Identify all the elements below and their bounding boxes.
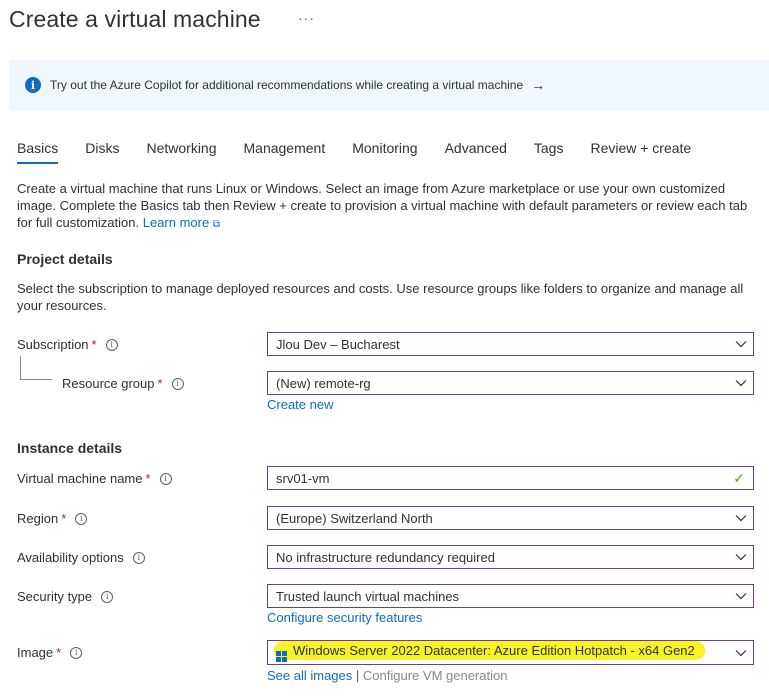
- tab-bar: Basics Disks Networking Management Monit…: [17, 140, 718, 164]
- info-icon[interactable]: i: [70, 646, 83, 659]
- availability-label-text: Availability options: [17, 550, 124, 565]
- chevron-down-icon: [729, 333, 753, 355]
- image-value: Windows Server 2022 Datacenter: Azure Ed…: [293, 643, 695, 658]
- security-type-label-text: Security type: [17, 589, 93, 604]
- image-label: Image * i: [17, 645, 83, 660]
- chevron-down-icon: [729, 585, 753, 607]
- required-marker: *: [157, 376, 163, 391]
- project-details-heading: Project details: [17, 251, 113, 267]
- required-marker: *: [145, 471, 151, 486]
- more-options-button[interactable]: ···: [298, 10, 315, 26]
- project-details-description: Select the subscription to manage deploy…: [17, 281, 744, 313]
- vm-name-label-text: Virtual machine name: [17, 471, 143, 486]
- intro-text: Create a virtual machine that runs Linux…: [17, 181, 748, 230]
- tab-tags[interactable]: Tags: [534, 140, 564, 164]
- info-icon[interactable]: i: [101, 590, 114, 603]
- info-icon[interactable]: i: [159, 472, 172, 485]
- see-all-images-link[interactable]: See all images: [267, 668, 352, 683]
- learn-more-link[interactable]: Learn more ⧉: [143, 215, 220, 230]
- chevron-down-icon: [729, 642, 753, 664]
- region-label: Region * i: [17, 511, 88, 526]
- availability-label: Availability options i: [17, 550, 145, 565]
- chevron-down-icon: [729, 546, 753, 568]
- configure-vm-generation-link[interactable]: Configure VM generation: [363, 668, 508, 683]
- page-title: Create a virtual machine: [9, 6, 261, 32]
- tab-monitoring[interactable]: Monitoring: [352, 140, 417, 164]
- resource-group-label-text: Resource group: [62, 376, 155, 391]
- image-links: See all images | Configure VM generation: [267, 668, 507, 683]
- intro-description: Create a virtual machine that runs Linux…: [17, 180, 757, 233]
- create-new-link[interactable]: Create new: [267, 397, 333, 412]
- chevron-down-icon: [729, 507, 753, 529]
- chevron-down-icon: [729, 372, 753, 394]
- security-type-value: Trusted launch virtual machines: [276, 588, 460, 604]
- info-icon[interactable]: i: [132, 551, 145, 564]
- instance-details-heading: Instance details: [17, 440, 123, 456]
- resource-group-value: (New) remote-rg: [276, 375, 371, 391]
- region-value: (Europe) Switzerland North: [276, 510, 433, 526]
- region-dropdown[interactable]: (Europe) Switzerland North: [267, 506, 754, 530]
- learn-more-label: Learn more: [142, 215, 210, 230]
- tab-basics[interactable]: Basics: [17, 140, 59, 164]
- region-label-text: Region: [17, 511, 59, 526]
- required-marker: *: [91, 337, 97, 352]
- image-label-text: Image: [17, 645, 54, 660]
- windows-logo-icon: [276, 651, 287, 662]
- subscription-label-text: Subscription: [17, 337, 89, 352]
- availability-value: No infrastructure redundancy required: [276, 549, 495, 565]
- subscription-dropdown[interactable]: Jlou Dev – Bucharest: [267, 332, 754, 356]
- tab-review-create[interactable]: Review + create: [590, 140, 691, 164]
- security-type-label: Security type i: [17, 589, 114, 604]
- image-value-wrapper: Windows Server 2022 Datacenter: Azure Ed…: [274, 641, 729, 662]
- arrow-right-icon[interactable]: →: [531, 77, 545, 93]
- tab-advanced[interactable]: Advanced: [445, 140, 507, 164]
- vm-name-label: Virtual machine name * i: [17, 471, 172, 486]
- image-highlight: Windows Server 2022 Datacenter: Azure Ed…: [274, 641, 705, 662]
- tree-connector: [20, 356, 21, 379]
- info-icon[interactable]: i: [75, 512, 88, 525]
- tree-connector: [20, 379, 52, 380]
- resource-group-label: Resource group * i: [62, 376, 184, 391]
- external-link-icon: ⧉: [212, 219, 220, 230]
- banner-text: Try out the Azure Copilot for additional…: [50, 78, 524, 92]
- copilot-banner[interactable]: i Try out the Azure Copilot for addition…: [9, 60, 769, 110]
- info-icon[interactable]: i: [105, 338, 118, 351]
- configure-security-link[interactable]: Configure security features: [267, 610, 422, 625]
- vm-name-input[interactable]: srv01-vm ✓: [267, 466, 754, 490]
- tab-networking[interactable]: Networking: [146, 140, 216, 164]
- resource-group-dropdown[interactable]: (New) remote-rg: [267, 371, 754, 395]
- tab-management[interactable]: Management: [244, 140, 326, 164]
- subscription-value: Jlou Dev – Bucharest: [276, 336, 400, 352]
- info-icon: i: [25, 77, 41, 93]
- tab-disks[interactable]: Disks: [85, 140, 119, 164]
- vm-name-value: srv01-vm: [276, 470, 330, 486]
- security-type-dropdown[interactable]: Trusted launch virtual machines: [267, 584, 754, 608]
- link-separator: |: [355, 668, 360, 683]
- image-dropdown[interactable]: Windows Server 2022 Datacenter: Azure Ed…: [267, 640, 754, 665]
- checkmark-icon: ✓: [733, 469, 745, 486]
- availability-dropdown[interactable]: No infrastructure redundancy required: [267, 545, 754, 569]
- info-icon[interactable]: i: [171, 377, 184, 390]
- subscription-label: Subscription * i: [17, 337, 118, 352]
- required-marker: *: [56, 645, 62, 660]
- required-marker: *: [61, 511, 67, 526]
